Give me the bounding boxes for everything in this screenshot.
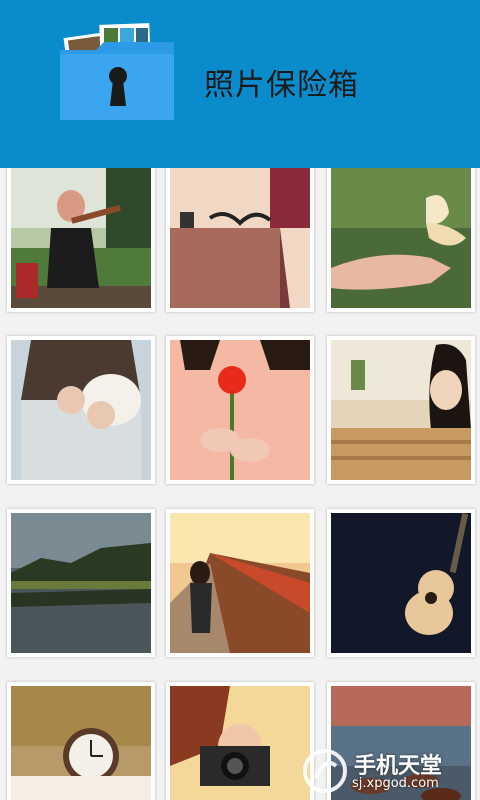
photo-butterfly-on-hand — [331, 168, 471, 308]
folder-lock-icon — [60, 23, 174, 120]
photo-girl-leaning-on-railing — [331, 340, 471, 480]
photo-sunglasses-on-wood — [170, 168, 310, 308]
app-header: 照片保险箱 — [0, 0, 480, 168]
photo-tile-butterfly-on-hand[interactable] — [327, 168, 475, 312]
watermark-sub-text: sj.xpgod.com — [352, 776, 439, 791]
photo-tile-lake-and-forest[interactable] — [7, 509, 155, 657]
photo-tile-alarm-clock[interactable] — [7, 682, 155, 800]
photo-tile-girl-holding-red-flower[interactable] — [166, 336, 314, 484]
photo-alarm-clock — [11, 686, 151, 800]
photo-tile-girl-on-train-platform[interactable] — [166, 509, 314, 657]
photo-grid — [0, 168, 480, 800]
photo-girl-holding-red-flower — [170, 340, 310, 480]
photo-tile-girl-leaning-on-railing[interactable] — [327, 336, 475, 484]
photo-tile-girl-holding-cup[interactable] — [7, 336, 155, 484]
photo-guitar-on-dark-background — [331, 513, 471, 653]
watermark-logo-icon — [303, 749, 347, 793]
photo-lake-and-forest — [11, 513, 151, 653]
photo-girl-playing-violin — [11, 168, 151, 308]
photo-tile-girl-playing-violin[interactable] — [7, 168, 155, 312]
photo-tile-girl-with-camera[interactable] — [166, 682, 314, 800]
photo-girl-with-camera — [170, 686, 310, 800]
photo-girl-on-train-platform — [170, 513, 310, 653]
watermark: 手机天堂 sj.xpgod.com — [302, 748, 472, 794]
photo-tile-guitar-on-dark-background[interactable] — [327, 509, 475, 657]
app-title: 照片保险箱 — [204, 68, 359, 103]
photo-girl-holding-cup — [11, 340, 151, 480]
photo-tile-sunglasses-on-wood[interactable] — [166, 168, 314, 312]
